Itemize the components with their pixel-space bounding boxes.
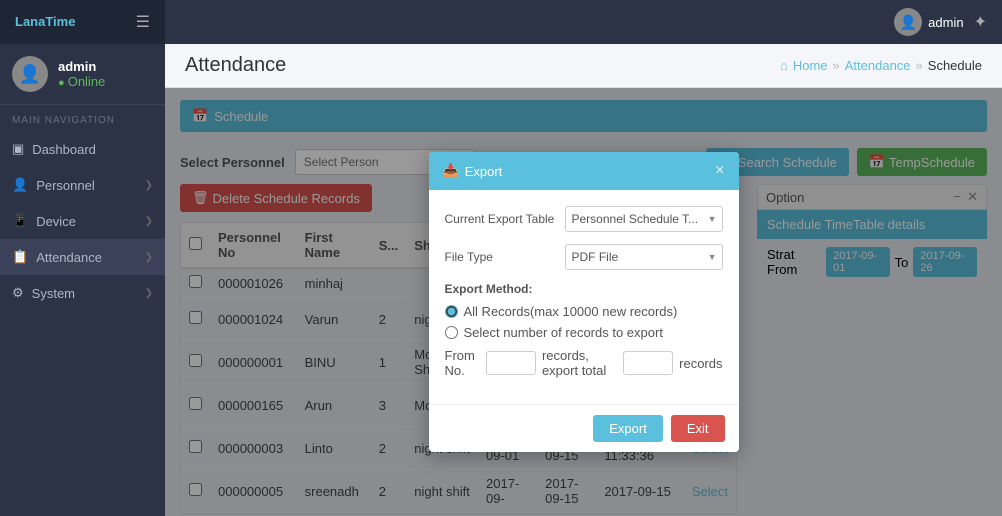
modal-close-button[interactable]: ×: [715, 162, 724, 180]
main-area: 👤 admin ✦ Attendance ⌂ Home » Attendance…: [165, 0, 1002, 516]
user-status: ● Online: [58, 74, 105, 89]
sidebar-item-system[interactable]: ⚙ System ❯: [0, 275, 165, 311]
from-row: From No. records, export total records: [445, 348, 723, 378]
sidebar-label-attendance: Attendance: [36, 250, 102, 265]
breadcrumb-sep2: »: [916, 58, 923, 73]
from-number-input[interactable]: [486, 351, 536, 375]
radio-group: All Records(max 10000 new records) Selec…: [445, 304, 723, 340]
exit-button[interactable]: Exit: [671, 415, 725, 442]
sidebar-item-device[interactable]: 📱 Device ❯: [0, 203, 165, 239]
radio-select-records: Select number of records to export: [445, 325, 723, 340]
sidebar-label-system: System: [32, 286, 75, 301]
share-icon[interactable]: ✦: [974, 12, 987, 32]
radio-select-records-label: Select number of records to export: [464, 325, 663, 340]
personnel-icon: 👤: [12, 177, 28, 193]
file-type-select-wrapper: PDF File Excel File CSV File: [565, 244, 723, 270]
modal-header: 📥 Export ×: [429, 152, 739, 190]
sidebar-header: LanaTime ☰: [0, 0, 165, 44]
dashboard-icon: ▣: [12, 141, 24, 157]
logo-time: Time: [45, 14, 75, 29]
modal-body: Current Export Table Personnel Schedule …: [429, 190, 739, 404]
topnav-user: 👤 admin: [894, 8, 963, 36]
file-type-group: File Type PDF File Excel File CSV File: [445, 244, 723, 270]
sidebar: LanaTime ☰ 👤 admin ● Online MAIN NAVIGAT…: [0, 0, 165, 516]
chevron-right-icon3: ❯: [145, 252, 153, 263]
sidebar-item-personnel[interactable]: 👤 Personnel ❯: [0, 167, 165, 203]
content-area: 📅 Schedule Select Personnel 🔍 Search Sch…: [165, 88, 1002, 516]
sidebar-label-personnel: Personnel: [36, 178, 95, 193]
total-records-input[interactable]: [623, 351, 673, 375]
hamburger-icon[interactable]: ☰: [136, 12, 150, 32]
radio-all-records-input[interactable]: [445, 305, 458, 318]
modal-overlay[interactable]: 📥 Export × Current Export Table Personne…: [165, 88, 1002, 516]
breadcrumb-current: Schedule: [928, 58, 982, 73]
topnav-username: admin: [928, 15, 963, 30]
current-export-table-label: Current Export Table: [445, 212, 565, 226]
file-type-label: File Type: [445, 250, 565, 264]
chevron-right-icon: ❯: [145, 180, 153, 191]
current-export-table-select-wrapper: Personnel Schedule T...: [565, 206, 723, 232]
device-icon: 📱: [12, 213, 28, 229]
records-export-total-label: records, export total: [542, 348, 617, 378]
breadcrumb-home[interactable]: Home: [793, 58, 828, 73]
modal-footer: Export Exit: [429, 404, 739, 452]
export-method-section: Export Method: All Records(max 10000 new…: [445, 282, 723, 378]
records-label: records: [679, 356, 722, 371]
chevron-right-icon2: ❯: [145, 216, 153, 227]
topnav-avatar: 👤: [894, 8, 922, 36]
radio-all-records: All Records(max 10000 new records): [445, 304, 723, 319]
sidebar-user: 👤 admin ● Online: [0, 44, 165, 105]
system-icon: ⚙: [12, 285, 24, 301]
export-modal: 📥 Export × Current Export Table Personne…: [429, 152, 739, 452]
logo-lana: Lana: [15, 14, 45, 29]
radio-select-records-input[interactable]: [445, 326, 458, 339]
current-export-table-select[interactable]: Personnel Schedule T...: [565, 206, 723, 232]
app-logo: LanaTime: [15, 13, 75, 31]
breadcrumb-sep1: »: [833, 58, 840, 73]
sidebar-label-device: Device: [36, 214, 76, 229]
from-label: From No.: [445, 348, 480, 378]
chevron-right-icon4: ❯: [145, 288, 153, 299]
radio-all-records-label: All Records(max 10000 new records): [464, 304, 678, 319]
export-button[interactable]: Export: [593, 415, 663, 442]
user-info: admin ● Online: [58, 59, 105, 89]
breadcrumb-parent[interactable]: Attendance: [845, 58, 911, 73]
sidebar-label-dashboard: Dashboard: [32, 142, 96, 157]
nav-section-title: MAIN NAVIGATION: [0, 105, 165, 131]
sidebar-item-dashboard[interactable]: ▣ Dashboard: [0, 131, 165, 167]
avatar: 👤: [12, 56, 48, 92]
attendance-icon: 📋: [12, 249, 28, 265]
breadcrumb: ⌂ Home » Attendance » Schedule: [780, 58, 982, 73]
export-method-label: Export Method:: [445, 282, 723, 296]
home-icon: ⌂: [780, 58, 788, 73]
file-type-select[interactable]: PDF File Excel File CSV File: [565, 244, 723, 270]
modal-title: 📥 Export: [443, 163, 503, 179]
breadcrumb-bar: Attendance ⌂ Home » Attendance » Schedul…: [165, 44, 1002, 88]
current-export-table-group: Current Export Table Personnel Schedule …: [445, 206, 723, 232]
username: admin: [58, 59, 105, 74]
sidebar-item-attendance[interactable]: 📋 Attendance ❯: [0, 239, 165, 275]
export-icon: 📥: [443, 163, 459, 179]
topnav: 👤 admin ✦: [165, 0, 1002, 44]
page-title: Attendance: [185, 54, 286, 77]
